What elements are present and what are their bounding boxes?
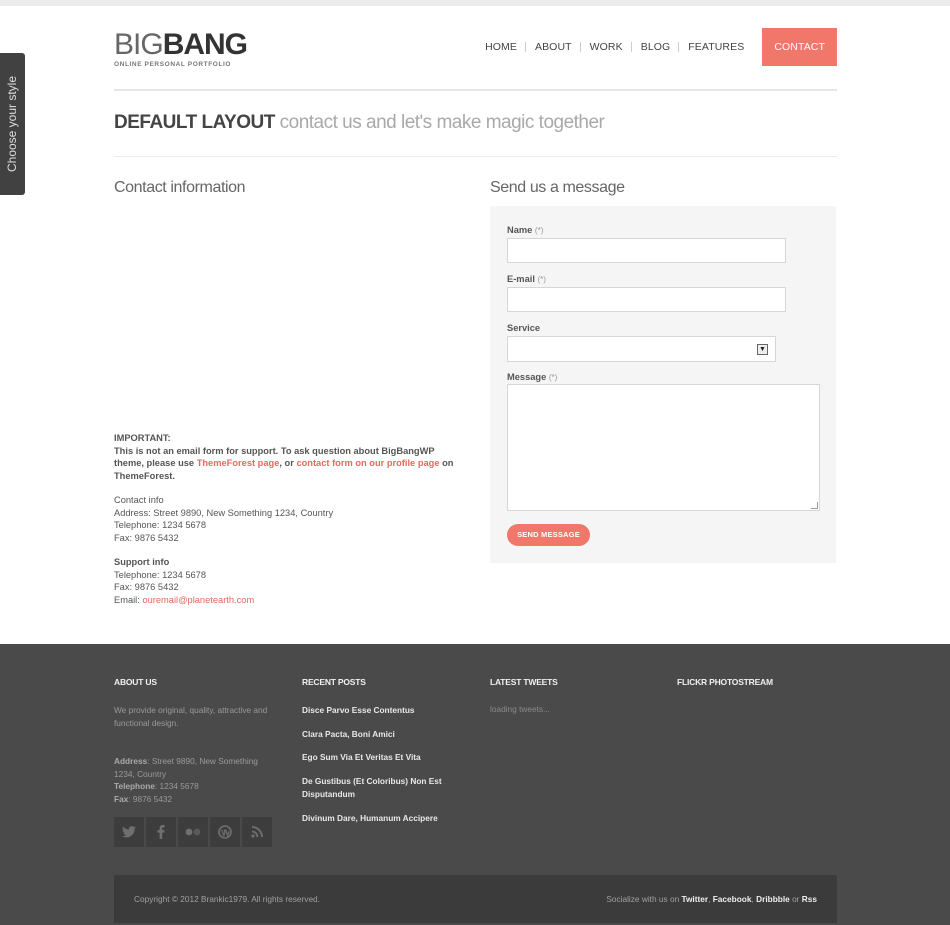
chevron-down-icon[interactable]: ▼ <box>757 344 768 355</box>
footer-address-label: Address <box>114 756 148 766</box>
footer-tweets-title: LATEST TWEETS <box>490 677 558 687</box>
themeforest-link[interactable]: ThemeForest page <box>197 458 280 468</box>
support-info-block: Support info Telephone: 1234 5678 Fax: 9… <box>114 556 464 607</box>
message-required-mark: (*) <box>548 373 558 382</box>
nav-contact[interactable]: CONTACT <box>762 28 837 66</box>
footer-fax-label: Fax <box>114 794 129 805</box>
important-text: This is not an email form for support. T… <box>114 445 464 483</box>
name-required-mark: (*) <box>534 226 544 235</box>
contact-info-block: Contact info Address: Street 9890, New S… <box>114 494 464 545</box>
recent-post-link[interactable]: De Gustibus (Et Coloribus) Non Est Dispu… <box>302 775 462 800</box>
profile-contact-link[interactable]: contact form on our profile page <box>296 458 439 468</box>
recent-post-link[interactable]: Ego Sum Via Et Veritas Et Vita <box>302 751 462 764</box>
form-title: Send us a message <box>490 179 625 196</box>
contact-form: Name (*) E-mail (*) Service ▼ Message (*… <box>490 206 836 563</box>
main-nav: HOME ABOUT WORK BLOG FEATURES CONTACT <box>476 28 837 66</box>
message-textarea[interactable] <box>507 384 820 511</box>
nav-features[interactable]: FEATURES <box>679 28 753 66</box>
email-field-label: E-mail (*) <box>507 274 546 284</box>
name-field[interactable] <box>507 238 786 263</box>
page-title: DEFAULT LAYOUT contact us and let's make… <box>114 112 605 134</box>
email-label: Email: <box>114 595 140 606</box>
socialize-prefix: Socialize with us on <box>606 894 680 904</box>
site-logo[interactable]: BIGBANG ONLINE PERSONAL PORTFOLIO <box>114 28 248 69</box>
recent-post-link[interactable]: Disce Parvo Esse Contentus <box>302 704 462 717</box>
socialize-or: or <box>792 894 800 904</box>
title-divider <box>114 156 837 157</box>
email-link[interactable]: ouremail@planetearth.com <box>142 595 254 605</box>
page-title-strong: DEFAULT LAYOUT <box>114 112 275 133</box>
header-divider <box>114 89 837 91</box>
socialize-dribbble-link[interactable]: Dribbble <box>756 894 790 904</box>
social-icons <box>114 817 272 847</box>
recent-post-link[interactable]: Clara Pacta, Boni Amici <box>302 728 462 741</box>
email-label-text: E-mail <box>507 274 535 284</box>
support-telephone: Telephone: 1234 5678 <box>114 569 207 580</box>
footer-bottom-bar: Copyright © 2012 Brankic1979. All rights… <box>114 875 837 923</box>
contact-info-label: Contact info <box>114 495 164 505</box>
footer-telephone-label: Telephone <box>114 781 155 792</box>
name-label: Name (*) <box>507 225 543 235</box>
socialize-links: Socialize with us on Twitter, Facebook, … <box>606 894 817 904</box>
name-label-text: Name <box>507 225 533 235</box>
important-label: IMPORTANT: <box>114 433 171 443</box>
important-notice: IMPORTANT: This is not an email form for… <box>114 432 464 483</box>
contact-info-title: Contact information <box>114 179 246 196</box>
footer-flickr-title: FLICKR PHOTOSTREAM <box>677 677 773 687</box>
facebook-icon[interactable] <box>146 817 176 847</box>
choose-style-tab[interactable]: Choose your style <box>0 53 25 195</box>
nav-home[interactable]: HOME <box>476 28 526 66</box>
rss-icon[interactable] <box>242 817 272 847</box>
contact-address: Address: Street 9890, New Something 1234… <box>114 507 334 518</box>
support-email: Email: ouremail@planetearth.com <box>114 594 464 607</box>
copyright-text: Copyright © 2012 Brankic1979. All rights… <box>134 894 320 904</box>
wordpress-icon[interactable] <box>210 817 240 847</box>
site-footer: ABOUT US We provide original, quality, a… <box>0 644 950 925</box>
resize-grip-icon[interactable] <box>811 502 818 509</box>
tweets-loading-text: loading tweets... <box>490 704 550 714</box>
twitter-icon[interactable] <box>114 817 144 847</box>
support-fax: Fax: 9876 5432 <box>114 582 179 593</box>
flickr-icon[interactable] <box>178 817 208 847</box>
send-message-button[interactable]: SEND MESSAGE <box>507 524 590 546</box>
email-required-mark: (*) <box>537 275 546 284</box>
important-text-2: , or <box>279 458 294 469</box>
nav-about[interactable]: ABOUT <box>526 28 581 66</box>
service-label: Service <box>507 323 541 333</box>
message-label-text: Message <box>507 372 547 382</box>
footer-about-text: We provide original, quality, attractive… <box>114 705 268 728</box>
footer-recent-title: RECENT POSTS <box>302 677 366 687</box>
email-field[interactable] <box>507 287 786 312</box>
top-strip <box>0 0 950 6</box>
nav-blog[interactable]: BLOG <box>632 28 680 66</box>
footer-fax-value: : 9876 5432 <box>128 794 173 805</box>
contact-fax: Fax: 9876 5432 <box>114 533 179 544</box>
contact-telephone: Telephone: 1234 5678 <box>114 520 207 531</box>
support-label: Support info <box>114 557 170 567</box>
recent-posts-list: Disce Parvo Esse Contentus Clara Pacta, … <box>302 704 462 835</box>
message-label: Message (*) <box>507 372 557 382</box>
nav-work[interactable]: WORK <box>581 28 632 66</box>
choose-style-label: Choose your style <box>5 75 19 173</box>
logo-bang: BANG <box>162 28 248 61</box>
socialize-facebook-link[interactable]: Facebook <box>713 894 752 904</box>
socialize-rss-link[interactable]: Rss <box>802 894 817 904</box>
service-select[interactable]: ▼ <box>507 336 776 362</box>
footer-address-block: Address: Street 9890, New Something 1234… <box>114 755 274 806</box>
footer-telephone-value: : 1234 5678 <box>154 781 199 792</box>
logo-big: BIG <box>114 28 164 61</box>
logo-tagline: ONLINE PERSONAL PORTFOLIO <box>114 61 232 68</box>
recent-post-link[interactable]: Divinum Dare, Humanum Accipere <box>302 812 462 825</box>
footer-about-title: ABOUT US <box>114 677 157 687</box>
page-title-light: contact us and let's make magic together <box>279 112 605 133</box>
socialize-twitter-link[interactable]: Twitter <box>682 894 709 904</box>
